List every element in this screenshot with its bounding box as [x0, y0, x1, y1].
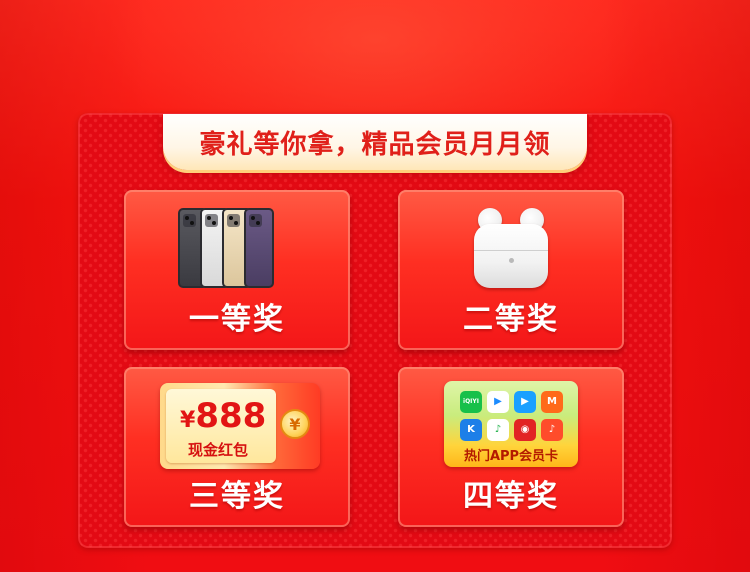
yen-coin-icon: ¥	[280, 409, 310, 439]
prize-label-third: 三等奖	[189, 479, 285, 514]
iqiyi-icon: iQIYI	[460, 391, 482, 413]
airpods-case-image	[474, 224, 548, 288]
music-app-icon: ♪	[487, 419, 509, 441]
prize-card-first[interactable]: 一等奖	[124, 190, 350, 350]
prize-card-third[interactable]: ¥888 现金红包 ¥ 三等奖	[124, 367, 350, 527]
prize-label-second: 二等奖	[463, 302, 559, 337]
vip-card-caption: 热门APP会员卡	[463, 449, 559, 464]
page-title: 豪礼等你拿，精品会员月月领	[199, 129, 551, 160]
vip-card-image: iQIYI ▶ ▶ M K ♪ ◉ ♪ 热门APP会员卡	[444, 381, 578, 467]
ximalaya-icon: ♪	[541, 419, 563, 441]
tencent-video-icon: ▶	[514, 391, 536, 413]
red-packet-caption: 现金红包	[188, 441, 249, 459]
prize-card-fourth[interactable]: iQIYI ▶ ▶ M K ♪ ◉ ♪ 热门APP会员卡 四等奖	[398, 367, 624, 527]
prize-card-second[interactable]: 二等奖	[398, 190, 624, 350]
kugou-icon: K	[460, 419, 482, 441]
netease-music-icon: ◉	[514, 419, 536, 441]
app-icon-grid: iQIYI ▶ ▶ M K ♪ ◉ ♪	[460, 391, 564, 443]
video-app-icon: ▶	[487, 391, 509, 413]
red-packet-image: ¥888 现金红包 ¥	[160, 383, 320, 469]
mango-tv-icon: M	[541, 391, 563, 413]
prize-label-fourth: 四等奖	[463, 479, 559, 514]
red-packet-face: ¥888 现金红包	[166, 389, 276, 463]
iphone-image	[178, 208, 298, 288]
title-banner: 豪礼等你拿，精品会员月月领	[163, 114, 587, 170]
prize-label-first: 一等奖	[189, 302, 285, 337]
red-packet-amount: ¥888	[180, 396, 267, 436]
